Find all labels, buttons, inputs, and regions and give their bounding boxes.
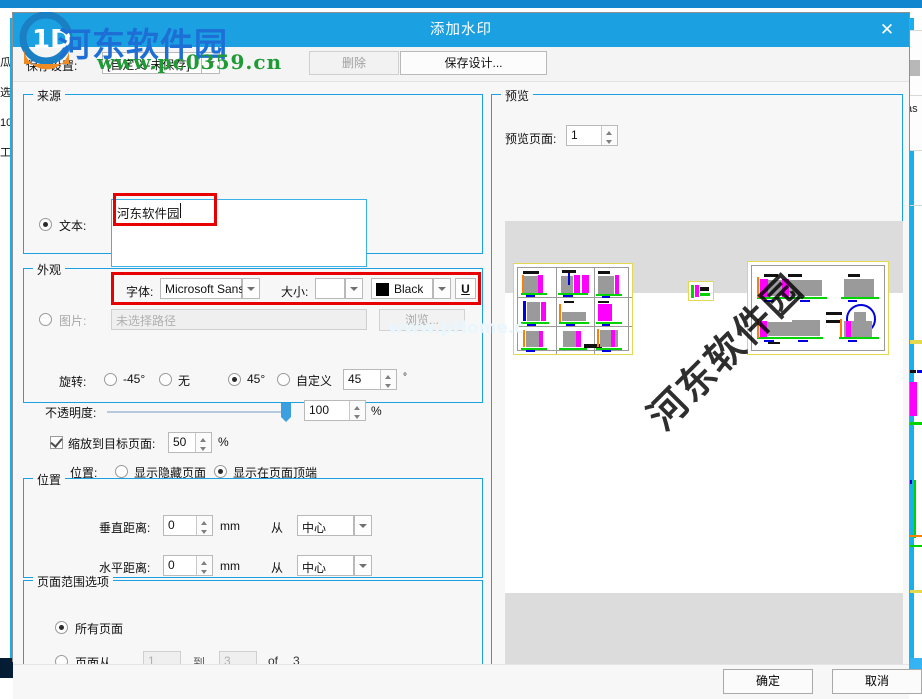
scale-value: 50	[173, 435, 187, 449]
scale-to-page-label: 缩放到目标页面:	[68, 437, 156, 451]
vertical-distance-label: 垂直距离:	[99, 521, 151, 535]
rotate-label: 旋转:	[59, 375, 87, 389]
vertical-from-combo[interactable]: 中心	[297, 515, 354, 536]
vertical-spin-up[interactable]	[197, 516, 212, 526]
vertical-from-value: 中心	[302, 521, 327, 535]
preview-group-title: 预览	[501, 87, 534, 104]
vertical-distance-spinner[interactable]	[196, 516, 212, 535]
scale-spin-down[interactable]	[196, 443, 211, 453]
delete-button[interactable]: 删除	[309, 51, 399, 75]
preset-combo[interactable]: [自定义-未保存]	[102, 52, 202, 74]
dialog-footer: 确定 取消	[13, 664, 922, 699]
source-group-title: 来源	[33, 87, 66, 104]
rotate-option-custom-radio[interactable]	[277, 373, 290, 386]
opacity-unit: %	[371, 404, 382, 418]
preview-page-spin-down[interactable]	[602, 136, 617, 146]
scale-to-page-checkbox[interactable]	[50, 436, 63, 449]
preview-page-spinner[interactable]	[601, 126, 617, 145]
vertical-from-label: 从	[271, 521, 284, 535]
opacity-stepper[interactable]: 100	[304, 400, 366, 421]
chevron-down-icon[interactable]	[202, 52, 220, 74]
display-on-top-radio[interactable]	[214, 465, 227, 478]
vertical-distance-stepper[interactable]: 0	[163, 515, 213, 536]
scale-spin-up[interactable]	[196, 433, 211, 443]
horizontal-spin-up[interactable]	[197, 556, 212, 566]
preset-value: [自定义-未保存]	[107, 58, 190, 72]
text-caret	[180, 203, 181, 218]
horizontal-spin-down[interactable]	[197, 566, 212, 576]
position-group-title: 位置	[33, 471, 66, 488]
opacity-value: 100	[309, 403, 330, 417]
horizontal-from-value: 中心	[302, 561, 327, 575]
page-range-group-title: 页面范围选项	[33, 573, 114, 590]
rotate-option-45-radio[interactable]	[228, 373, 241, 386]
horizontal-distance-unit: mm	[220, 559, 240, 573]
rotate-option-custom-label: 自定义	[296, 374, 333, 388]
text-source-label: 文本:	[59, 219, 87, 233]
ok-button[interactable]: 确定	[723, 669, 813, 694]
display-hidden-page-radio[interactable]	[115, 465, 128, 478]
preview-canvas[interactable]: 河东软件园	[505, 221, 903, 688]
rotate-option-45-label: 45°	[247, 372, 266, 386]
background-top-accent	[0, 0, 922, 8]
all-pages-label: 所有页面	[75, 622, 124, 636]
dialog-titlebar: 添加水印 ✕	[13, 13, 909, 47]
opacity-spin-down[interactable]	[350, 411, 365, 421]
rotate-option-none-label: 无	[178, 374, 191, 388]
opacity-slider-thumb[interactable]	[281, 403, 291, 422]
vertical-spin-down[interactable]	[197, 526, 212, 536]
preset-label: 保存设置:	[26, 59, 78, 73]
dialog-body: 来源 文本: 河东软件园 字体: Microsoft Sans 大小: Blac…	[13, 82, 909, 688]
horizontal-distance-value: 0	[168, 558, 175, 572]
scale-unit: %	[218, 435, 229, 449]
horizontal-distance-spinner[interactable]	[196, 556, 212, 575]
rotate-option-none-radio[interactable]	[159, 373, 172, 386]
preview-page-stepper[interactable]: 1	[566, 125, 618, 146]
watermark-text-input[interactable]: 河东软件园	[111, 199, 367, 267]
cancel-button[interactable]: 取消	[832, 669, 922, 694]
dialog-title: 添加水印	[430, 22, 492, 38]
appearance-group-title: 外观	[33, 261, 66, 278]
rotate-custom-spinner[interactable]	[380, 370, 396, 389]
preview-drawing: 河东软件园	[505, 221, 903, 688]
rotate-custom-stepper[interactable]: 45	[343, 369, 397, 390]
vertical-distance-unit: mm	[220, 519, 240, 533]
scale-spinner[interactable]	[195, 433, 211, 452]
horizontal-distance-stepper[interactable]: 0	[163, 555, 213, 576]
save-design-button[interactable]: 保存设计...	[400, 51, 547, 75]
position-group: 位置	[23, 471, 483, 578]
scale-stepper[interactable]: 50	[168, 432, 212, 453]
preview-page-spin-up[interactable]	[602, 126, 617, 136]
rotate-custom-value: 45	[348, 372, 362, 386]
opacity-slider-track[interactable]	[107, 411, 285, 413]
rotate-option-minus45-radio[interactable]	[104, 373, 117, 386]
opacity-spin-up[interactable]	[350, 401, 365, 411]
text-source-radio[interactable]	[39, 218, 52, 231]
preset-toolbar: 保存设置: [自定义-未保存] 删除 保存设计...	[13, 47, 909, 82]
horizontal-from-combo[interactable]: 中心	[297, 555, 354, 576]
preview-page-value: 1	[571, 128, 578, 142]
rotate-custom-spin-up[interactable]	[381, 370, 396, 380]
close-icon[interactable]: ✕	[865, 13, 909, 47]
opacity-label: 不透明度:	[45, 406, 97, 420]
watermark-text-value: 河东软件园	[117, 207, 180, 221]
vertical-distance-value: 0	[168, 518, 175, 532]
opacity-spinner[interactable]	[349, 401, 365, 420]
rotate-custom-spin-down[interactable]	[381, 380, 396, 390]
preview-page-label: 预览页面:	[505, 132, 557, 146]
horizontal-from-chevron-down-icon[interactable]	[354, 555, 372, 576]
vertical-from-chevron-down-icon[interactable]	[354, 515, 372, 536]
degree-symbol: °	[403, 372, 407, 383]
cad-detail-small	[688, 281, 714, 301]
add-watermark-dialog: 添加水印 ✕ 保存设置: [自定义-未保存] 删除 保存设计... 来源 文本:…	[12, 12, 922, 699]
cad-page-left	[513, 263, 633, 355]
rotate-option-minus45-label: -45°	[123, 372, 146, 386]
horizontal-from-label: 从	[271, 561, 284, 575]
all-pages-radio[interactable]	[55, 621, 68, 634]
